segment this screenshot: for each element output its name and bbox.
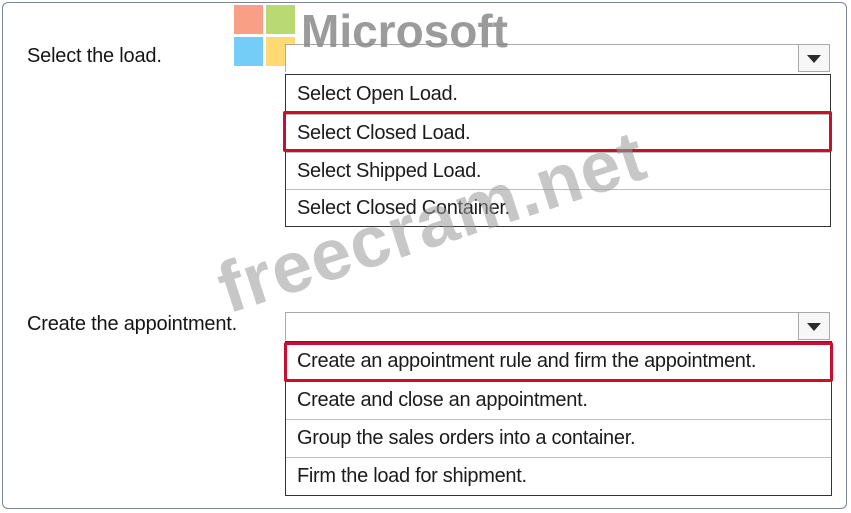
chevron-down-icon — [807, 323, 821, 331]
chevron-down-icon — [807, 55, 821, 63]
option-select-shipped-load[interactable]: Select Shipped Load. — [286, 152, 830, 190]
select-load-options-list: Select Open Load. Select Closed Load. Se… — [285, 74, 831, 227]
option-select-closed-container[interactable]: Select Closed Container. — [286, 189, 830, 227]
option-firm-load-shipment[interactable]: Firm the load for shipment. — [286, 457, 831, 495]
microsoft-watermark-text: Microsoft — [301, 5, 508, 57]
create-appointment-options-list: Create an appointment rule and firm the … — [285, 341, 832, 496]
select-load-dropdown-button[interactable] — [798, 44, 830, 72]
option-create-appointment-rule[interactable]: Create an appointment rule and firm the … — [286, 343, 831, 381]
create-appointment-dropdown[interactable] — [285, 312, 798, 340]
question-label-create-appointment: Create the appointment. — [27, 313, 237, 335]
create-appointment-dropdown-button[interactable] — [798, 312, 830, 340]
option-group-sales-orders[interactable]: Group the sales orders into a container. — [286, 419, 831, 457]
option-select-closed-load[interactable]: Select Closed Load. — [286, 114, 830, 152]
option-create-close-appointment[interactable]: Create and close an appointment. — [286, 381, 831, 419]
question-label-select-load: Select the load. — [27, 45, 162, 67]
option-select-open-load[interactable]: Select Open Load. — [286, 76, 830, 114]
